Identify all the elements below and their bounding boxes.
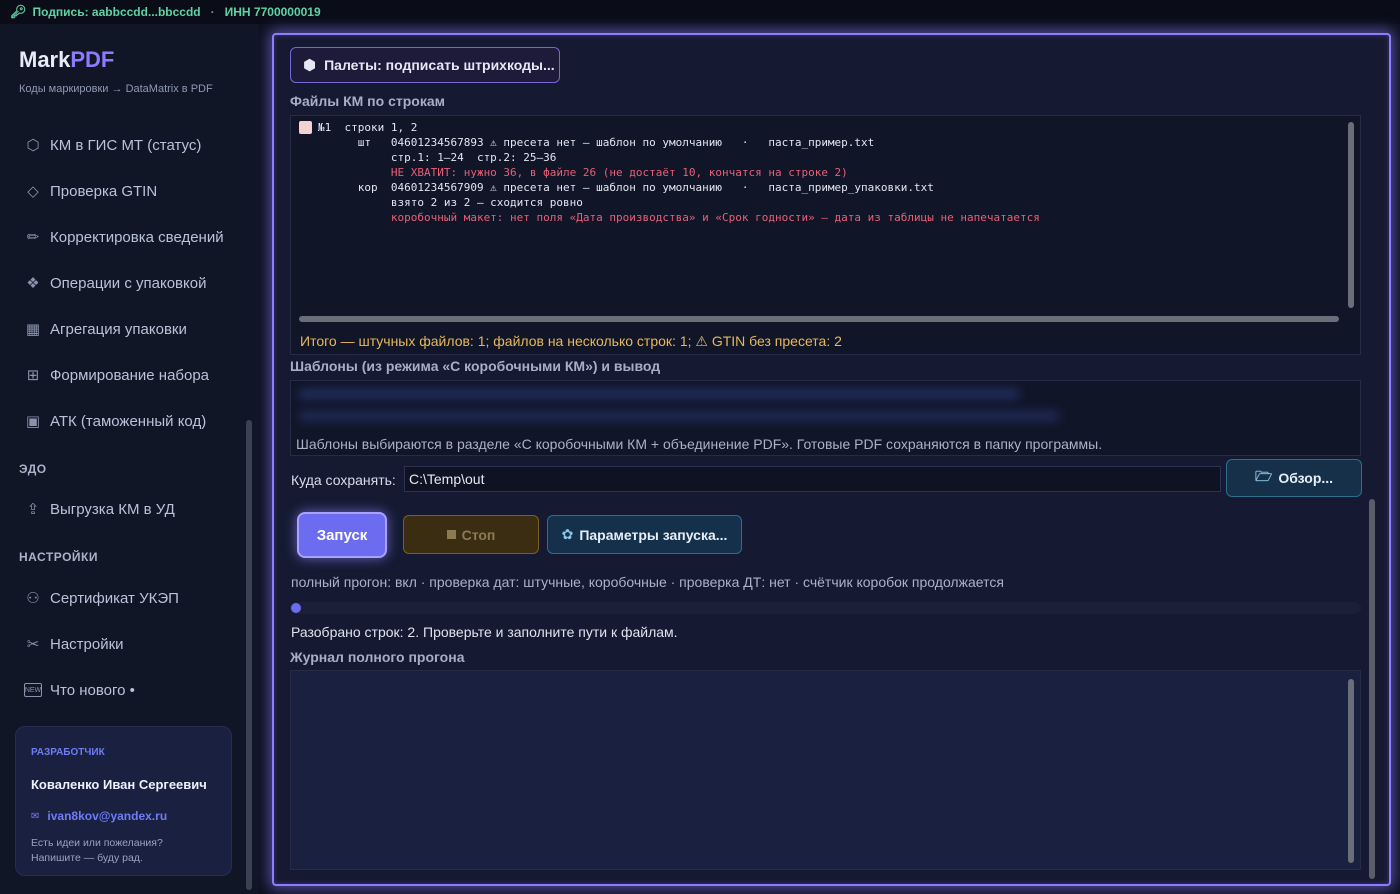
separator: · xyxy=(210,5,215,19)
mail-icon: ✉ xyxy=(31,810,40,822)
developer-name: Коваленко Иван Сергеевич xyxy=(31,777,207,792)
row-checkbox[interactable] xyxy=(299,121,312,134)
app-subtitle: Коды маркировки → DataMatrix в PDF xyxy=(19,83,213,95)
save-path-input[interactable] xyxy=(404,466,1221,492)
app-logo: MarkPDF xyxy=(19,47,115,72)
signature-bar: 🔑︎ Подпись: aabbccdd...bbccdd · ИНН 7700… xyxy=(0,0,1400,24)
save-path-label: Куда сохранять: xyxy=(291,472,396,488)
templates-panel: Шаблоны выбираются в разделе «С коробочн… xyxy=(290,380,1361,456)
tag-icon: ◇ xyxy=(27,183,39,200)
tools-icon: ✂ xyxy=(26,636,40,653)
main-panel: ⬢ Палеты: подписать штрихкоды... Файлы К… xyxy=(272,33,1391,886)
sidebar-item-correction[interactable]: ✏ Корректировка сведений xyxy=(24,225,224,249)
pallet-sign-button[interactable]: ⬢ Палеты: подписать штрихкоды... xyxy=(290,47,560,83)
sidebar-item-export-ud[interactable]: ⇪ Выгрузка КМ в УД xyxy=(24,497,175,521)
sidebar-item-km-gis[interactable]: ⬡ КМ в ГИС МТ (статус) xyxy=(24,133,201,157)
log-scrollbar[interactable] xyxy=(1348,679,1354,863)
files-line-error: НЕ ХВАТИТ: нужно 36, в файле 26 (не дост… xyxy=(318,166,848,179)
templates-note: Шаблоны выбираются в разделе «С коробочн… xyxy=(296,436,1103,452)
key-icon: 🔑︎ xyxy=(10,4,27,19)
developer-title: РАЗРАБОТЧИК xyxy=(31,747,105,758)
progress-bar xyxy=(290,602,1361,614)
sidebar-item-set-forming[interactable]: ⊞ Формирование набора xyxy=(24,363,209,387)
sidebar-item-atk[interactable]: ▣ АТК (таможенный код) xyxy=(24,409,206,433)
files-horizontal-scrollbar[interactable] xyxy=(299,316,1339,322)
files-line: кор 04601234567909 ⚠ пресета нет — шабло… xyxy=(318,181,934,194)
blurred-line xyxy=(299,389,1019,399)
progress-fill xyxy=(291,603,301,613)
inn-text: ИНН 7700000019 xyxy=(224,5,321,19)
certificate-icon: ⚇ xyxy=(26,590,40,607)
stop-icon xyxy=(446,530,456,539)
developer-note: Есть идеи или пожелания? Напишите — буду… xyxy=(31,837,163,864)
run-status-line: полный прогон: вкл · проверка дат: штучн… xyxy=(291,574,1004,590)
files-line-error: коробочный макет: нет поля «Дата произво… xyxy=(318,211,1040,224)
run-params-button[interactable]: ✿ Параметры запуска... xyxy=(547,515,742,554)
gear-icon: ✿ xyxy=(561,526,574,542)
box-ops-icon: ❖ xyxy=(26,275,40,292)
tags-icon: ⬡ xyxy=(26,137,40,154)
sidebar: MarkPDF Коды маркировки → DataMatrix в P… xyxy=(0,24,258,894)
files-summary: Итого — штучных файлов: 1; файлов на нес… xyxy=(300,333,842,349)
chart-icon: ▣ xyxy=(25,413,41,430)
files-line: стр.1: 1–24 стр.2: 25–36 xyxy=(318,151,557,164)
log-section-title: Журнал полного прогона xyxy=(290,649,465,665)
sidebar-item-certificate[interactable]: ⚇ Сертификат УКЭП xyxy=(24,586,179,610)
pencil-icon: ✏ xyxy=(26,229,40,246)
signature-text: Подпись: aabbccdd...bbccdd xyxy=(32,5,201,19)
new-icon: NEW xyxy=(24,683,42,697)
files-vertical-scrollbar[interactable] xyxy=(1348,122,1354,308)
gift-icon: ⊞ xyxy=(26,367,40,384)
sidebar-item-package-ops[interactable]: ❖ Операции с упаковкой xyxy=(24,271,206,295)
sidebar-item-settings[interactable]: ✂ Настройки xyxy=(24,632,124,656)
run-button[interactable]: Запуск xyxy=(297,512,387,558)
sidebar-scrollbar[interactable] xyxy=(246,420,252,890)
browse-button[interactable]: 🗁︎ Обзор... xyxy=(1226,459,1362,497)
stop-button[interactable]: Стоп xyxy=(403,515,539,554)
files-line: взято 2 из 2 — сходится ровно xyxy=(318,196,583,209)
section-settings: НАСТРОЙКИ xyxy=(19,550,98,564)
templates-section-title: Шаблоны (из режима «С коробочными КМ») и… xyxy=(290,358,661,374)
files-line: шт 04601234567893 ⚠ пресета нет — шаблон… xyxy=(318,136,875,149)
developer-card: РАЗРАБОТЧИК Коваленко Иван Сергеевич ✉ i… xyxy=(15,726,232,876)
files-list[interactable]: №1 строки 1, 2 шт 04601234567893 ⚠ пресе… xyxy=(290,115,1361,355)
box-icon: ⬢ xyxy=(303,57,317,74)
sidebar-item-gtin-check[interactable]: ◇ Проверка GTIN xyxy=(24,179,157,203)
files-section-title: Файлы КМ по строкам xyxy=(290,93,445,109)
files-line: №1 строки 1, 2 xyxy=(318,121,418,134)
sidebar-item-aggregation[interactable]: ▦ Агрегация упаковки xyxy=(24,317,187,341)
run-log[interactable] xyxy=(290,670,1361,870)
upload-icon: ⇪ xyxy=(26,501,40,518)
main-scrollbar[interactable] xyxy=(1369,499,1375,879)
developer-email-link[interactable]: ✉ ivan8kov@yandex.ru xyxy=(31,809,167,823)
section-edo: ЭДО xyxy=(19,462,47,476)
blurred-line xyxy=(299,411,1059,421)
parse-status: Разобрано строк: 2. Проверьте и заполнит… xyxy=(291,624,678,640)
folder-icon: 🗁︎ xyxy=(1254,468,1273,484)
sidebar-item-whats-new[interactable]: NEW Что нового • xyxy=(24,678,135,702)
bricks-icon: ▦ xyxy=(25,321,41,338)
